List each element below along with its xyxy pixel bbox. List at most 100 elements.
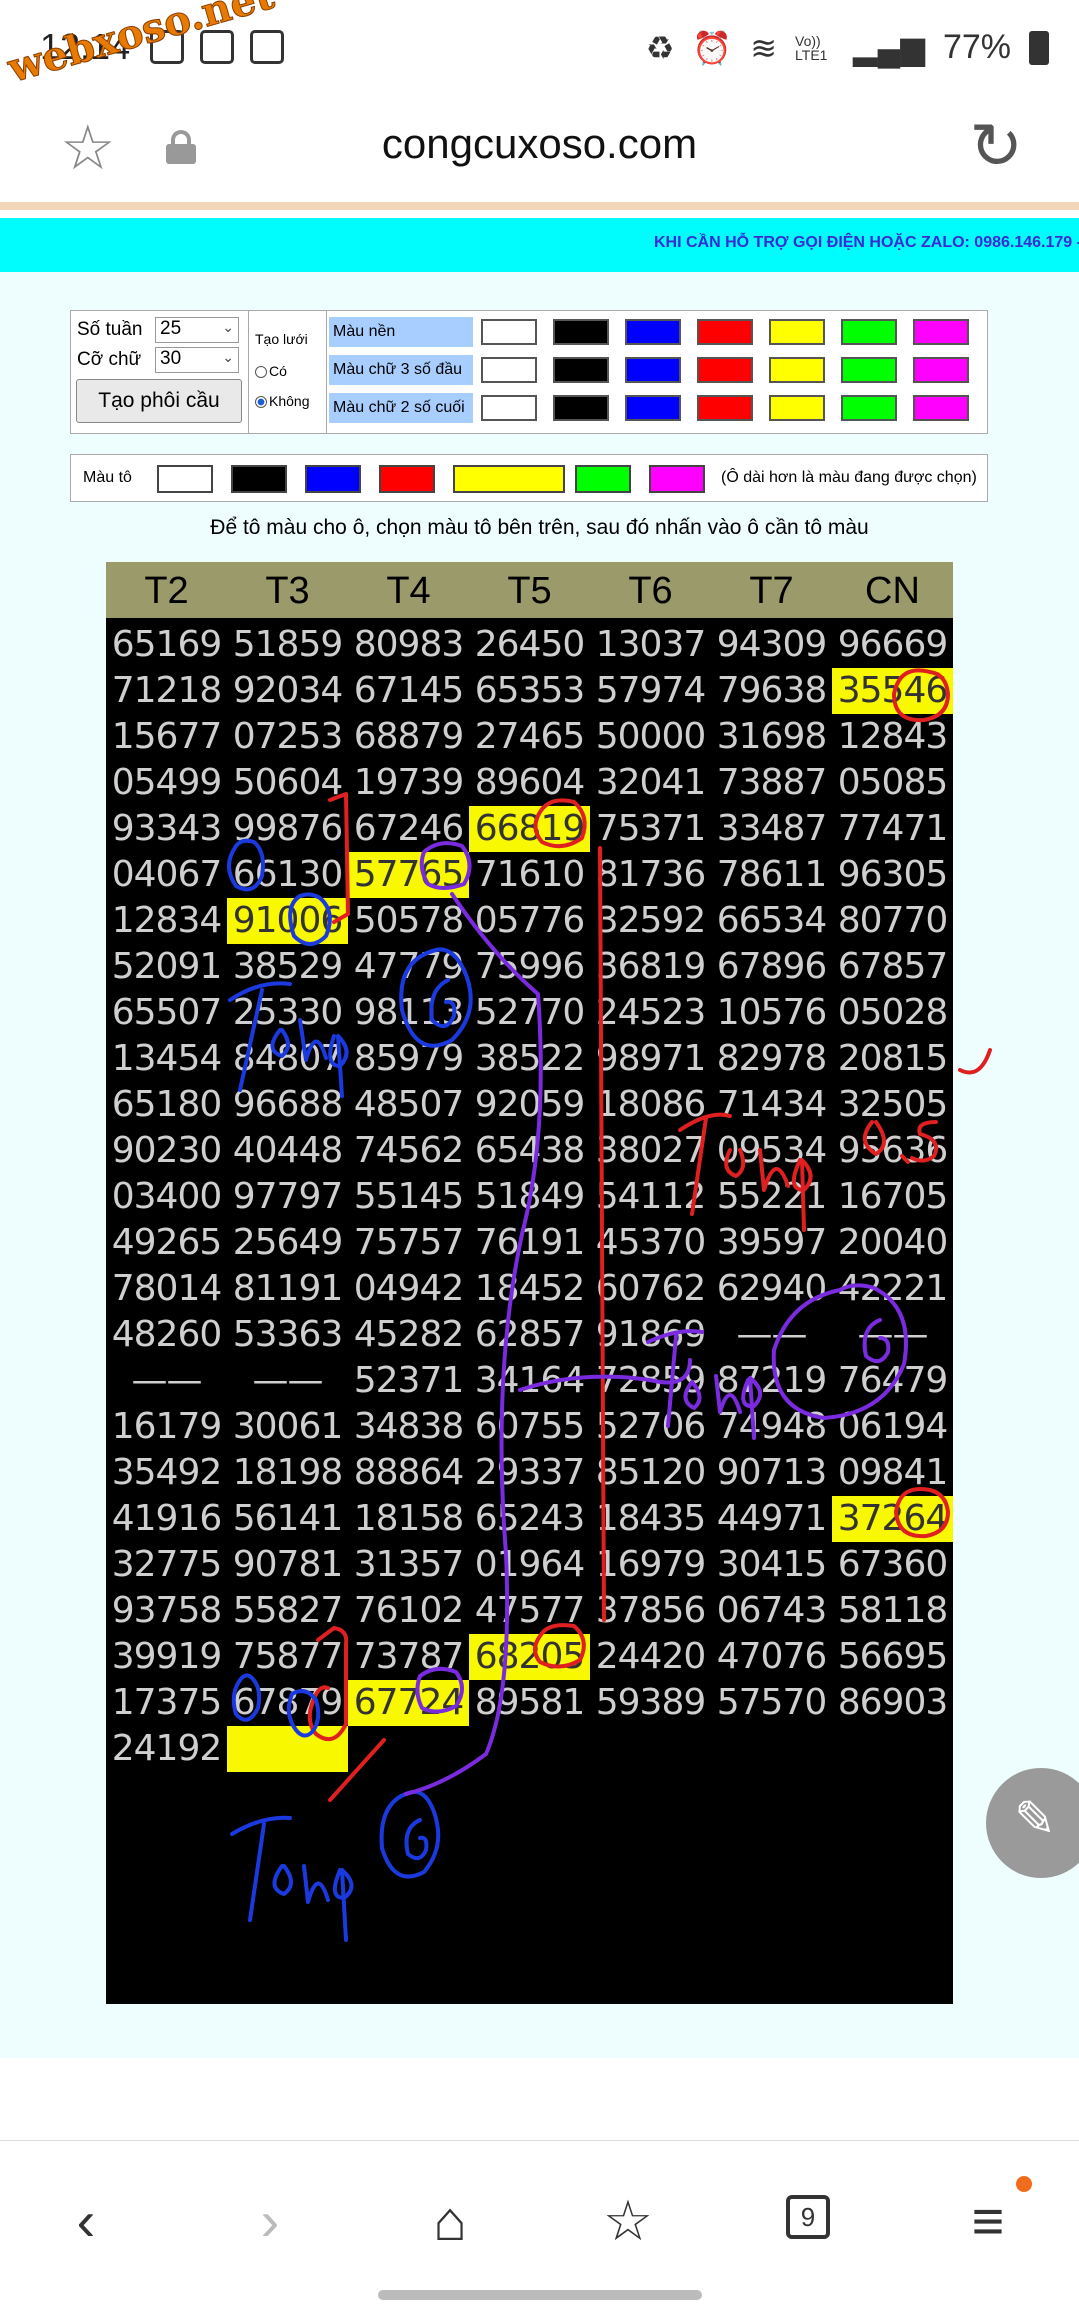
grid-cell[interactable]: 74562 [348,1128,469,1174]
grid-cell[interactable]: 67896 [711,944,832,990]
grid-cell[interactable]: 78014 [106,1266,227,1312]
grid-cell[interactable]: 86903 [832,1680,953,1726]
grid-cell[interactable]: 60762 [590,1266,711,1312]
swatch-blue[interactable] [625,395,681,421]
grid-cell[interactable]: 27465 [469,714,590,760]
grid-cell[interactable]: 50000 [590,714,711,760]
grid-cell[interactable]: 55827 [227,1588,348,1634]
grid-cell[interactable]: 20815 [832,1036,953,1082]
grid-cell[interactable]: 18435 [590,1496,711,1542]
grid-cell[interactable]: 74948 [711,1404,832,1450]
grid-cell[interactable]: 32592 [590,898,711,944]
grid-cell[interactable]: 90713 [711,1450,832,1496]
grid-cell[interactable]: 80770 [832,898,953,944]
swatch-magenta[interactable] [913,395,969,421]
grid-cell[interactable]: 20040 [832,1220,953,1266]
grid-cell[interactable]: 89581 [469,1680,590,1726]
grid-cell[interactable]: 77471 [832,806,953,852]
grid-cell[interactable]: 52371 [348,1358,469,1404]
grid-cell[interactable]: 39919 [106,1634,227,1680]
paint-swatch-yellow-selected[interactable] [453,465,565,493]
grid-cell[interactable]: 17375 [106,1680,227,1726]
grid-cell[interactable]: 66819 [469,806,590,852]
swatch-black[interactable] [553,319,609,345]
grid-cell[interactable]: 24192 [106,1726,227,1772]
grid-cell[interactable]: 19739 [348,760,469,806]
grid-cell[interactable]: 18086 [590,1082,711,1128]
grid-cell[interactable]: 65243 [469,1496,590,1542]
grid-cell[interactable]: 55145 [348,1174,469,1220]
paint-swatch-green[interactable] [575,465,631,493]
grid-cell[interactable]: 34838 [348,1404,469,1450]
grid-cell[interactable]: 75877 [227,1634,348,1680]
grid-cell[interactable]: 09534 [711,1128,832,1174]
grid-cell[interactable]: 34164 [469,1358,590,1404]
grid-cell[interactable]: 04942 [348,1266,469,1312]
grid-cell[interactable]: 47076 [711,1634,832,1680]
grid-cell[interactable]: 57570 [711,1680,832,1726]
grid-cell[interactable]: 99876 [227,806,348,852]
grid-cell[interactable]: 18158 [348,1496,469,1542]
grid-cell[interactable]: 56141 [227,1496,348,1542]
grid-cell[interactable]: 32505 [832,1082,953,1128]
grid-cell[interactable]: 33487 [711,806,832,852]
grid-cell[interactable]: 52091 [106,944,227,990]
grid-cell[interactable]: 75757 [348,1220,469,1266]
home-icon[interactable]: ⌂ [410,2181,490,2261]
grid-cell[interactable]: 57765 [348,852,469,898]
grid-cell[interactable]: 66130 [227,852,348,898]
grid-cell[interactable]: 93758 [106,1588,227,1634]
grid-cell[interactable]: 67724 [348,1680,469,1726]
grid-cell[interactable]: 05776 [469,898,590,944]
grid-cell[interactable]: 35492 [106,1450,227,1496]
grid-cell[interactable] [711,1726,832,1772]
grid-cell[interactable]: 91006 [227,898,348,944]
grid-cell[interactable]: 45282 [348,1312,469,1358]
grid-cell[interactable]: 96688 [227,1082,348,1128]
grid-cell[interactable]: 90781 [227,1542,348,1588]
grid-cell[interactable]: 40448 [227,1128,348,1174]
grid-cell[interactable]: 76479 [832,1358,953,1404]
grid-cell[interactable]: 98971 [590,1036,711,1082]
grid-cell[interactable]: 26450 [469,622,590,668]
swatch-white[interactable] [481,395,537,421]
swatch-green[interactable] [841,395,897,421]
grid-cell[interactable]: 65180 [106,1082,227,1128]
swatch-red[interactable] [697,395,753,421]
grid-cell[interactable]: 45370 [590,1220,711,1266]
grid-cell[interactable]: 68879 [348,714,469,760]
grid-cell[interactable]: 30061 [227,1404,348,1450]
bookmarks-icon[interactable]: ☆ [588,2181,668,2261]
grid-cell[interactable]: 48507 [348,1082,469,1128]
grid-cell[interactable]: 36819 [590,944,711,990]
swatch-magenta[interactable] [913,357,969,383]
grid-cell[interactable]: 98113 [348,990,469,1036]
grid-cell[interactable]: 07253 [227,714,348,760]
grid-cell[interactable]: 71218 [106,668,227,714]
grid-cell[interactable]: —— [106,1358,227,1404]
grid-cell[interactable]: 76191 [469,1220,590,1266]
grid-cell[interactable]: 18198 [227,1450,348,1496]
paint-swatch-black[interactable] [231,465,287,493]
grid-cell[interactable]: 35546 [832,668,953,714]
grid-cell[interactable] [832,1726,953,1772]
grid-cell[interactable]: 16179 [106,1404,227,1450]
grid-cell[interactable]: 18452 [469,1266,590,1312]
grid-cell[interactable]: 75371 [590,806,711,852]
swatch-yellow[interactable] [769,357,825,383]
grid-cell[interactable]: 52770 [469,990,590,1036]
grid-cell[interactable]: 49265 [106,1220,227,1266]
grid-cell[interactable]: 48260 [106,1312,227,1358]
grid-cell[interactable]: 42221 [832,1266,953,1312]
grid-cell[interactable]: 71610 [469,852,590,898]
grid-cell[interactable]: 65353 [469,668,590,714]
back-icon[interactable]: ‹ [46,2181,126,2261]
grid-cell[interactable]: 04067 [106,852,227,898]
swatch-green[interactable] [841,319,897,345]
swatch-blue[interactable] [625,357,681,383]
paint-swatch-blue[interactable] [305,465,361,493]
grid-cell[interactable]: 38529 [227,944,348,990]
swatch-white[interactable] [481,319,537,345]
grid-cell[interactable]: 13037 [590,622,711,668]
grid-cell[interactable]: 73887 [711,760,832,806]
